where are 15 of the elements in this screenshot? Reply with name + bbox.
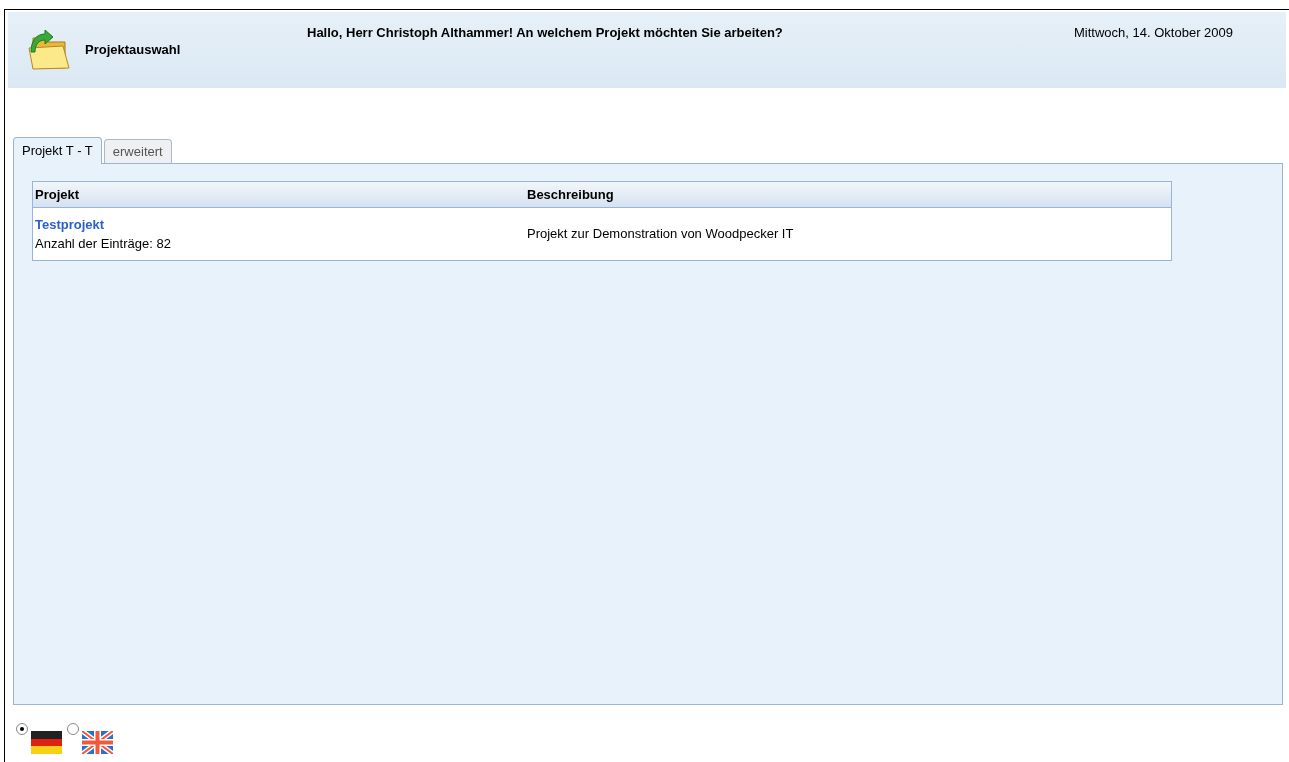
page-title: Projektauswahl [85,41,181,60]
entry-count: Anzahl der Einträge: 82 [35,235,172,253]
flag-icon [31,731,62,754]
tab[interactable]: Projekt T - T [13,137,102,164]
flag-icon [82,731,113,754]
language-radio[interactable] [16,723,28,735]
language-radio[interactable] [67,723,79,735]
column-header: Projekt [34,185,81,204]
tab[interactable]: erweitert [103,139,172,163]
greeting-text: Hallo, Herr Christoph Althammer! An welchem Projekt möchten Sie arbeiten? [307,24,783,42]
folder-icon [25,28,71,72]
project-link[interactable]: Testprojekt [35,214,105,234]
table-cell-text: Projekt zur Demonstration von Woodpecker IT [527,225,794,244]
column-header: Beschreibung [527,185,614,204]
date-text: Mittwoch, 14. Oktober 2009 [1074,24,1233,42]
